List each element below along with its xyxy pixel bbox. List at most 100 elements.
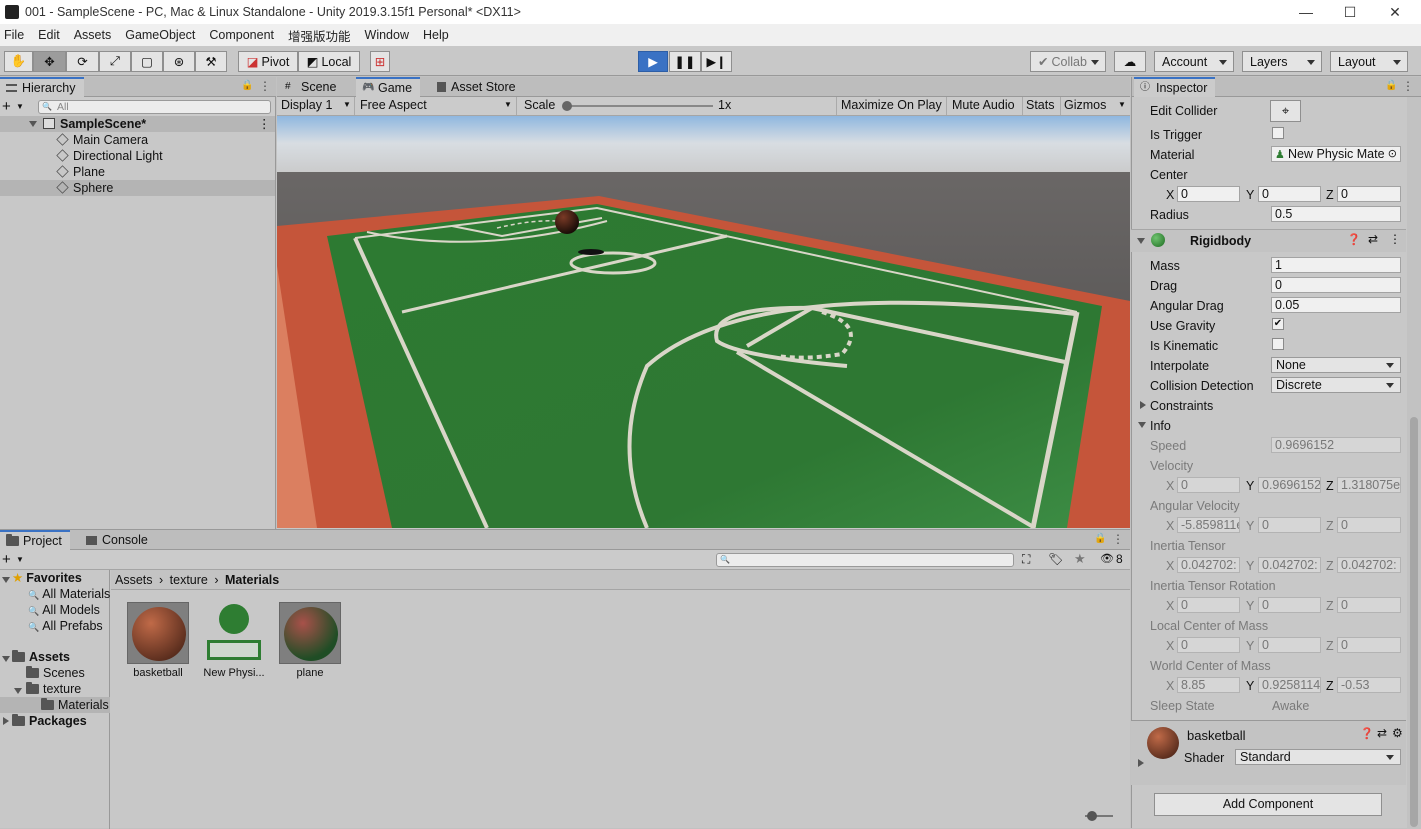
tab-game[interactable]: 🎮 Game xyxy=(356,77,421,97)
chevron-down-icon[interactable]: ▼ xyxy=(16,555,24,564)
hierarchy-item-plane[interactable]: Plane xyxy=(0,164,275,180)
menu-window[interactable]: Window xyxy=(358,28,416,42)
materials-folder[interactable]: Materials xyxy=(0,697,110,713)
physic-material-field[interactable]: ♟ New Physic Mate ⊙ xyxy=(1271,146,1401,162)
scrollbar-thumb[interactable] xyxy=(1410,417,1418,827)
lock-icon[interactable]: 🔒 xyxy=(241,80,253,91)
layout-dropdown[interactable]: Layout xyxy=(1330,51,1408,72)
hand-tool-icon[interactable]: ✋ xyxy=(4,51,33,72)
fold-right-icon[interactable] xyxy=(3,717,9,725)
account-dropdown[interactable]: Account xyxy=(1154,51,1234,72)
hierarchy-item-main-camera[interactable]: Main Camera xyxy=(0,132,275,148)
scale-tool-icon[interactable]: ⤢ xyxy=(99,51,131,72)
favorite-all-materials[interactable]: 🔍 All Materials xyxy=(28,586,110,603)
tab-inspector[interactable]: ⓘ Inspector xyxy=(1134,77,1216,97)
rigidbody-header[interactable]: Rigidbody ❓ ⇄ ⋮ xyxy=(1131,230,1406,252)
menu-enhanced[interactable]: 增强版功能 xyxy=(281,26,358,45)
interpolate-dropdown[interactable]: None xyxy=(1271,357,1401,373)
layers-dropdown[interactable]: Layers xyxy=(1242,51,1322,72)
chevron-down-icon[interactable]: ▼ xyxy=(16,102,24,111)
game-viewport[interactable] xyxy=(277,116,1130,528)
tab-asset-store[interactable]: Asset Store xyxy=(431,77,524,97)
scene-row[interactable]: SampleScene* ⋮ xyxy=(0,116,275,132)
tab-console[interactable]: Console xyxy=(80,530,156,550)
create-plus-icon[interactable]: + xyxy=(2,551,11,568)
add-component-button[interactable]: Add Component xyxy=(1154,793,1382,816)
favorites-item[interactable]: ★ Favorites xyxy=(12,570,82,586)
edit-collider-button[interactable]: ⌖ xyxy=(1270,100,1301,122)
move-tool-icon[interactable]: ✥ xyxy=(33,51,66,72)
label-tag-icon[interactable]: 🏷 xyxy=(1048,552,1063,566)
scale-slider[interactable] xyxy=(562,101,713,111)
gizmos-dropdown[interactable]: Gizmos ▼ xyxy=(1060,97,1130,115)
breadcrumb-texture[interactable]: texture xyxy=(170,573,208,587)
drag-field[interactable]: 0 xyxy=(1271,277,1401,293)
breadcrumb-assets[interactable]: Assets xyxy=(115,573,153,587)
gear-icon[interactable]: ⚙ xyxy=(1392,726,1403,740)
lock-icon[interactable]: 🔒 xyxy=(1385,80,1397,91)
panel-menu-icon[interactable]: ⋮ xyxy=(1402,79,1414,93)
fold-down-icon[interactable] xyxy=(14,688,22,694)
collision-detection-dropdown[interactable]: Discrete xyxy=(1271,377,1401,393)
icon-size-slider-thumb[interactable] xyxy=(1087,811,1097,821)
transform-tool-icon[interactable]: ⊛ xyxy=(163,51,195,72)
fold-down-icon[interactable] xyxy=(2,656,10,662)
breadcrumb-materials[interactable]: Materials xyxy=(225,573,279,587)
asset-new-physic-material[interactable] xyxy=(203,602,265,664)
favorite-star-icon[interactable]: ★ xyxy=(1074,551,1086,567)
preset-icon[interactable]: ⇄ xyxy=(1377,726,1387,740)
fold-down-icon[interactable] xyxy=(29,121,37,127)
mass-field[interactable]: 1 xyxy=(1271,257,1401,273)
center-x-field[interactable]: 0 xyxy=(1177,186,1240,202)
angular-drag-field[interactable]: 0.05 xyxy=(1271,297,1401,313)
aspect-dropdown[interactable]: Free Aspect ▼ xyxy=(356,97,517,115)
hierarchy-item-sphere[interactable]: Sphere xyxy=(0,180,275,196)
menu-help[interactable]: Help xyxy=(416,28,456,42)
scenes-folder[interactable]: Scenes xyxy=(26,665,85,681)
center-y-field[interactable]: 0 xyxy=(1258,186,1321,202)
tab-scene[interactable]: # Scene xyxy=(279,77,344,97)
texture-folder[interactable]: texture xyxy=(26,681,81,697)
hierarchy-search-input[interactable]: All xyxy=(38,100,271,114)
collab-dropdown[interactable]: ✔ Collab xyxy=(1030,51,1106,72)
is-kinematic-checkbox[interactable] xyxy=(1272,338,1284,350)
maximize-on-play-toggle[interactable]: Maximize On Play xyxy=(836,97,946,115)
close-button[interactable]: ✕ xyxy=(1372,0,1418,24)
play-button[interactable]: ▶ xyxy=(638,51,668,72)
maximize-button[interactable]: ☐ xyxy=(1327,0,1373,24)
shader-dropdown[interactable]: Standard xyxy=(1235,749,1401,765)
stats-toggle[interactable]: Stats xyxy=(1022,97,1060,115)
fold-down-icon[interactable] xyxy=(1138,422,1146,428)
use-gravity-checkbox[interactable]: ✔ xyxy=(1272,318,1284,330)
hidden-packages-icon[interactable]: 👁 xyxy=(1100,552,1114,565)
menu-file[interactable]: File xyxy=(0,28,31,42)
pivot-toggle[interactable]: ◪ Pivot xyxy=(238,51,298,72)
lock-icon[interactable]: 🔒 xyxy=(1094,533,1106,544)
constraints-foldout[interactable]: Constraints xyxy=(1150,399,1213,413)
mute-audio-toggle[interactable]: Mute Audio xyxy=(946,97,1022,115)
panel-menu-icon[interactable]: ⋮ xyxy=(259,79,271,93)
fold-right-icon[interactable] xyxy=(1140,401,1146,409)
minimize-button[interactable]: — xyxy=(1283,0,1329,24)
assets-folder[interactable]: Assets xyxy=(12,649,70,665)
help-icon[interactable]: ❓ xyxy=(1347,233,1361,246)
tab-project[interactable]: Project xyxy=(0,530,70,550)
pause-button[interactable]: ❚❚ xyxy=(669,51,701,72)
tab-hierarchy[interactable]: Hierarchy xyxy=(0,77,84,97)
fold-down-icon[interactable] xyxy=(1137,238,1145,244)
display-dropdown[interactable]: Display 1 ▼ xyxy=(277,97,355,115)
step-button[interactable]: ▶❙ xyxy=(701,51,732,72)
inspector-scrollbar[interactable] xyxy=(1407,97,1421,828)
component-menu-icon[interactable]: ⋮ xyxy=(1389,232,1401,246)
panel-menu-icon[interactable]: ⋮ xyxy=(1112,532,1124,546)
favorite-all-prefabs[interactable]: 🔍 All Prefabs xyxy=(28,618,103,635)
menu-edit[interactable]: Edit xyxy=(31,28,67,42)
icon-size-slider[interactable] xyxy=(1085,811,1113,821)
local-toggle[interactable]: ◩ Local xyxy=(298,51,360,72)
is-trigger-checkbox[interactable] xyxy=(1272,127,1284,139)
menu-gameobject[interactable]: GameObject xyxy=(118,28,202,42)
object-picker-icon[interactable]: ⊙ xyxy=(1388,147,1397,161)
custom-tool-icon[interactable]: ⚒ xyxy=(195,51,227,72)
search-by-type-icon[interactable]: ⛶ xyxy=(1022,552,1030,567)
preset-icon[interactable]: ⇄ xyxy=(1368,232,1378,246)
